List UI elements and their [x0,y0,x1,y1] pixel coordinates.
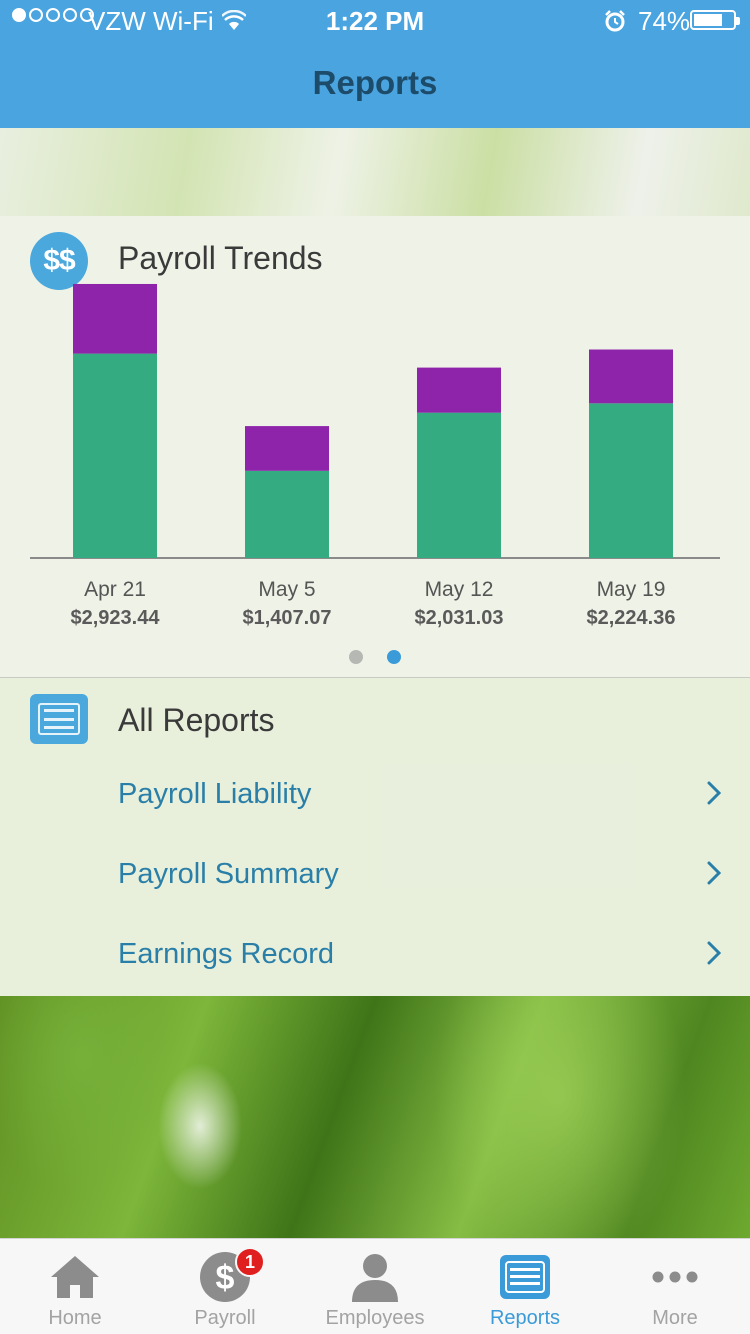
notification-badge: 1 [235,1247,265,1277]
tab-label: Reports [489,1307,561,1329]
chevron-right-icon [706,780,722,811]
x-tick-label: Apr 21 [84,578,146,601]
page-title: Reports [312,64,438,101]
report-item-label: Payroll Summary [118,858,339,890]
bar-segment-2[interactable] [589,349,673,404]
report-item-earnings-record[interactable]: Earnings Record [0,916,750,996]
tab-label: Home [48,1307,102,1329]
bar-segment-2[interactable] [417,367,501,413]
tab-employees[interactable]: Employees [300,1239,450,1334]
bar-total-label: $2,224.36 [587,607,676,629]
alarm-icon [604,8,626,39]
report-item-payroll-summary[interactable]: Payroll Summary [0,836,750,916]
all-reports-card: All Reports Payroll Liability Payroll Su… [0,678,750,996]
report-item-label: Payroll Liability [118,778,312,810]
reports-list-icon [30,694,88,744]
battery-percentage: 74% [638,6,691,36]
page-dot-2[interactable] [387,650,401,664]
bar-segment-1[interactable] [417,412,501,558]
all-reports-title: All Reports [118,702,275,738]
tab-label: More [652,1307,698,1329]
page-indicator[interactable] [0,650,750,664]
tab-label: Payroll [194,1307,256,1329]
x-tick-label: May 12 [425,578,494,601]
tab-more[interactable]: More [600,1239,750,1334]
bar-segment-2[interactable] [245,426,329,471]
bar-segment-1[interactable] [73,353,157,558]
svg-text:$: $ [216,1259,235,1297]
page-dot-1[interactable] [349,650,363,664]
report-item-label: Earnings Record [118,938,334,970]
tab-home[interactable]: Home [0,1239,150,1334]
navigation-bar: Reports [0,40,750,128]
bar-total-label: $1,407.07 [243,607,332,629]
reports-icon [499,1251,551,1303]
battery-icon [690,10,740,30]
payroll-trends-card: $$ Payroll Trends Apr 21 $2,923.44 May 5 $1… [0,216,750,678]
dollar-icon: $ 1 [199,1247,265,1303]
bar-segment-2[interactable] [73,283,157,354]
tab-reports[interactable]: Reports [450,1239,600,1334]
x-tick-label: May 5 [258,578,315,601]
report-item-payroll-liability[interactable]: Payroll Liability [0,756,750,836]
bar-total-label: $2,031.03 [415,607,504,629]
bar-total-label: $2,923.44 [71,607,161,629]
bar-segment-1[interactable] [589,403,673,558]
chevron-right-icon [706,940,722,971]
status-bar: VZW Wi-Fi 1:22 PM 74% [0,0,750,40]
tab-label: Employees [325,1307,425,1329]
payroll-trends-chart[interactable]: Apr 21 $2,923.44 May 5 $1,407.07 May 12 $2,03… [0,216,750,678]
home-icon [49,1251,101,1303]
more-icon [651,1251,699,1303]
bar-segment-1[interactable] [245,470,329,558]
person-icon [350,1251,400,1303]
tab-payroll[interactable]: $ 1 Payroll [150,1239,300,1334]
chevron-right-icon [706,860,722,891]
background-image-top [0,128,750,216]
background-image-bottom [0,996,750,1238]
x-tick-label: May 19 [597,578,666,601]
tab-bar: Home $ 1 Payroll Employees Reports More [0,1238,750,1334]
